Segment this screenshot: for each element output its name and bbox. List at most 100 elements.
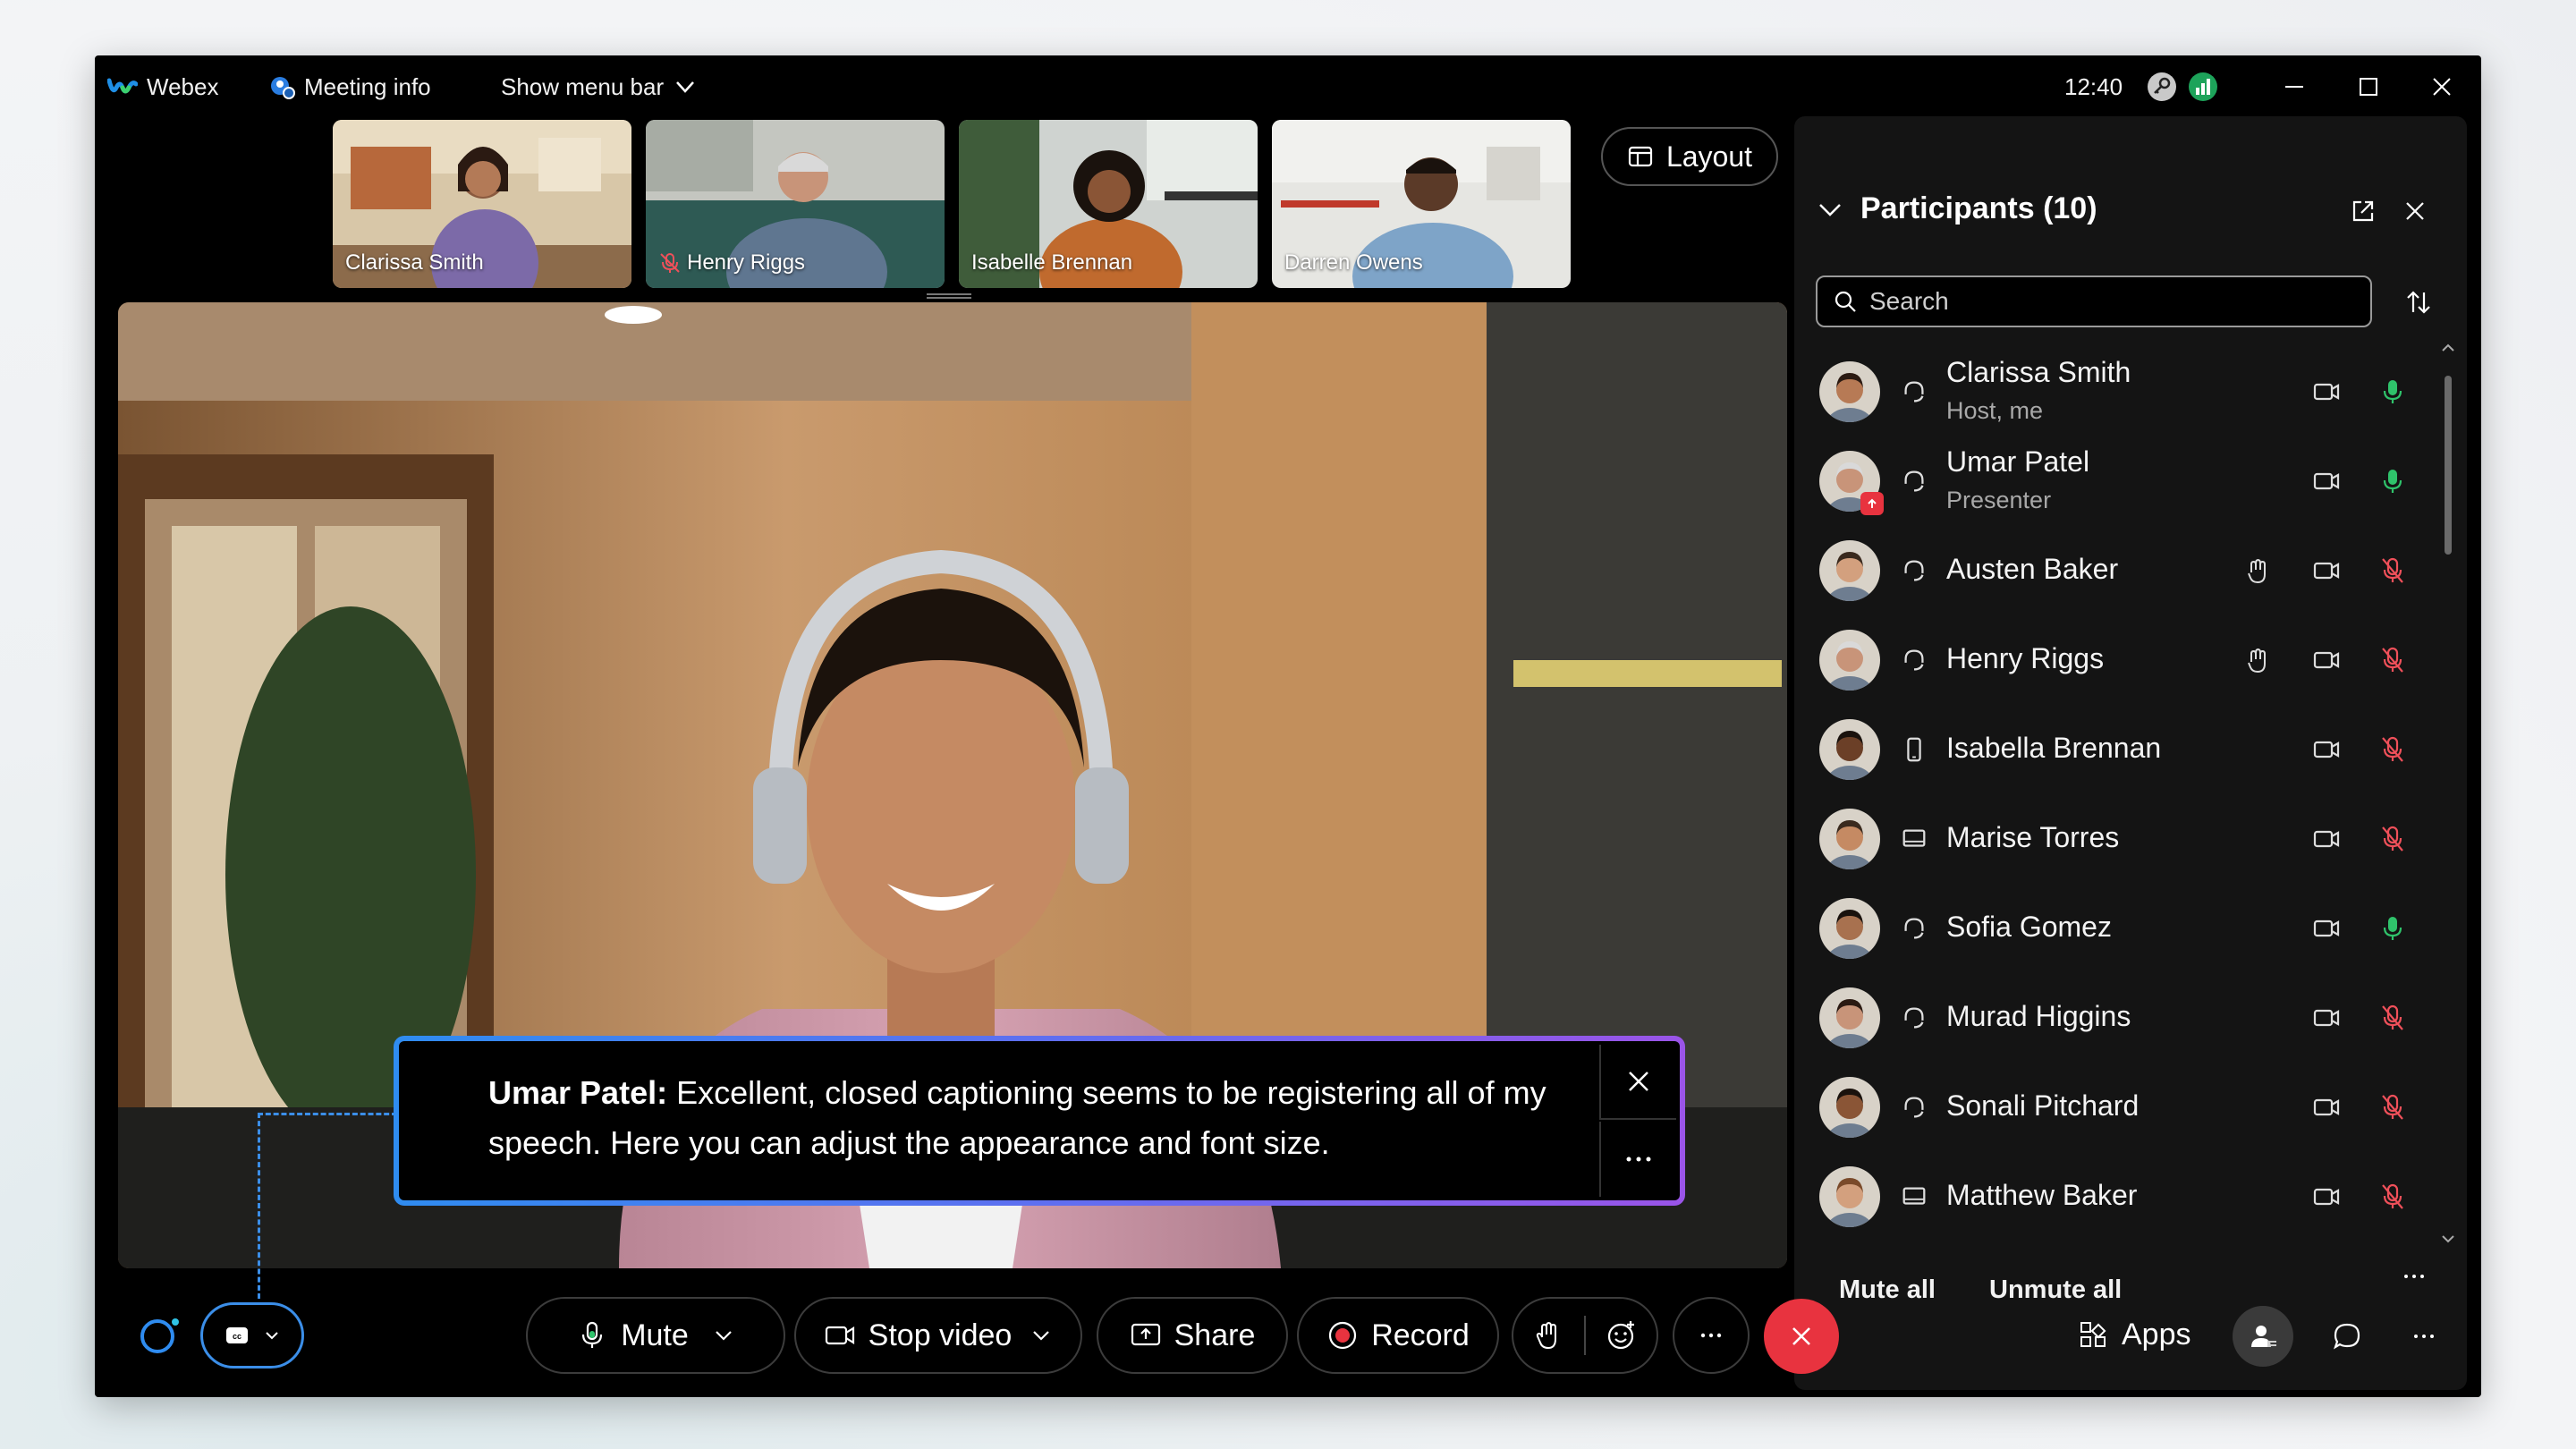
headset-icon bbox=[1904, 470, 1924, 492]
microphone-icon[interactable] bbox=[2377, 377, 2408, 407]
share-label: Share bbox=[1174, 1318, 1256, 1352]
headset-icon bbox=[1904, 649, 1924, 671]
participant-row[interactable]: Isabella Brennan bbox=[1794, 705, 2438, 794]
close-panel-button[interactable] bbox=[2397, 193, 2433, 229]
search-input[interactable] bbox=[1869, 287, 2334, 316]
video-camera-icon[interactable] bbox=[2311, 913, 2342, 944]
minimize-icon bbox=[2285, 86, 2303, 88]
video-thumbnail[interactable]: Darren Owens bbox=[1272, 120, 1571, 288]
video-camera-icon[interactable] bbox=[2311, 1092, 2342, 1123]
video-camera-icon[interactable] bbox=[2311, 824, 2342, 854]
webex-meeting-window: Webex Meeting info Show menu bar 12:40 C… bbox=[95, 55, 2481, 1397]
video-thumbnail[interactable]: Henry Riggs bbox=[646, 120, 945, 288]
pop-out-button[interactable] bbox=[2345, 193, 2381, 229]
video-camera-icon[interactable] bbox=[2311, 1182, 2342, 1212]
sort-button[interactable] bbox=[2399, 283, 2438, 322]
participant-row[interactable]: Murad Higgins bbox=[1794, 973, 2438, 1063]
video-thumbnail[interactable]: Clarissa Smith bbox=[333, 120, 631, 288]
mute-all-button[interactable]: Mute all bbox=[1839, 1275, 1936, 1305]
thumbnail-name: Clarissa Smith bbox=[345, 250, 484, 275]
chevron-down-icon bbox=[676, 81, 695, 93]
participant-role: Presenter bbox=[1946, 487, 2052, 513]
microphone-muted-icon[interactable] bbox=[2377, 555, 2408, 586]
video-camera-icon[interactable] bbox=[2311, 555, 2342, 586]
minimize-button[interactable] bbox=[2258, 55, 2330, 118]
stop-video-button[interactable]: Stop video bbox=[794, 1297, 1082, 1374]
participant-search-box[interactable] bbox=[1816, 275, 2372, 327]
meeting-info-label: Meeting info bbox=[304, 72, 431, 100]
security-status[interactable] bbox=[2147, 55, 2177, 118]
participant-row[interactable]: Sofia Gomez bbox=[1794, 884, 2438, 973]
network-status[interactable] bbox=[2188, 55, 2218, 118]
caption-text: Umar Patel: Excellent, closed captioning… bbox=[488, 1068, 1562, 1168]
show-menu-bar-button[interactable]: Show menu bar bbox=[501, 55, 696, 118]
participant-row[interactable]: Matthew Baker bbox=[1794, 1152, 2438, 1241]
participants-toggle-button[interactable] bbox=[2233, 1306, 2293, 1367]
participant-row[interactable]: Clarissa Smith Host, me bbox=[1794, 347, 2438, 436]
share-button[interactable]: Share bbox=[1097, 1297, 1288, 1374]
video-camera-icon[interactable] bbox=[2311, 466, 2342, 496]
layout-label: Layout bbox=[1665, 140, 1753, 173]
panel-more-button[interactable] bbox=[2401, 1263, 2428, 1297]
webex-ai-button[interactable] bbox=[138, 1313, 182, 1358]
webex-app-label[interactable]: Webex bbox=[107, 55, 218, 118]
participant-list-scrollbar[interactable] bbox=[2438, 340, 2458, 1247]
headset-icon bbox=[1904, 1097, 1924, 1118]
video-camera-icon[interactable] bbox=[2311, 645, 2342, 675]
participant-row[interactable]: Marise Torres bbox=[1794, 794, 2438, 884]
close-caption-button[interactable] bbox=[1599, 1045, 1676, 1120]
search-icon bbox=[1835, 291, 1856, 312]
filmstrip-resize-handle[interactable] bbox=[927, 293, 971, 299]
avatar bbox=[1819, 809, 1880, 869]
microphone-icon[interactable] bbox=[2377, 913, 2408, 944]
emoji-reaction-icon bbox=[1607, 1321, 1634, 1350]
closed-captions-button[interactable]: cc bbox=[200, 1302, 304, 1368]
avatar bbox=[1819, 540, 1880, 601]
avatar bbox=[1819, 719, 1880, 780]
participants-panel: Participants (10) Clarissa Smith Host, me… bbox=[1794, 116, 2467, 1390]
reactions-button[interactable] bbox=[1595, 1319, 1648, 1352]
more-options-button[interactable] bbox=[1673, 1297, 1750, 1374]
close-window-button[interactable] bbox=[2406, 55, 2478, 118]
meeting-info-icon bbox=[271, 77, 295, 99]
participant-row[interactable]: Sonali Pitchard bbox=[1794, 1063, 2438, 1152]
pop-out-icon bbox=[2352, 200, 2374, 222]
participants-header[interactable]: Participants (10) bbox=[1816, 191, 2097, 226]
scroll-down-icon bbox=[2442, 1235, 2454, 1243]
meeting-info-button[interactable]: Meeting info bbox=[268, 55, 431, 118]
avatar bbox=[1819, 361, 1880, 422]
closed-captions-icon: cc bbox=[226, 1327, 248, 1343]
participant-row[interactable]: Henry Riggs bbox=[1794, 615, 2438, 705]
unmute-all-button[interactable]: Unmute all bbox=[1989, 1275, 2122, 1305]
scroll-thumb[interactable] bbox=[2445, 376, 2452, 555]
microphone-icon[interactable] bbox=[2377, 466, 2408, 496]
chat-button[interactable] bbox=[2322, 1311, 2372, 1361]
record-button[interactable]: Record bbox=[1297, 1297, 1499, 1374]
participant-row[interactable]: Umar Patel Presenter bbox=[1794, 436, 2438, 526]
apps-button[interactable]: Apps bbox=[2077, 1308, 2191, 1361]
participant-row[interactable]: Austen Baker bbox=[1794, 526, 2438, 615]
video-camera-icon bbox=[825, 1326, 854, 1345]
microphone-muted-icon[interactable] bbox=[2377, 1182, 2408, 1212]
layout-button[interactable]: Layout bbox=[1601, 127, 1778, 186]
microphone-muted-icon[interactable] bbox=[2377, 824, 2408, 854]
raise-hand-button[interactable] bbox=[1521, 1319, 1575, 1352]
caption-options-button[interactable] bbox=[1599, 1122, 1676, 1197]
maximize-button[interactable] bbox=[2333, 55, 2404, 118]
mute-button[interactable]: Mute bbox=[526, 1297, 785, 1374]
video-camera-icon[interactable] bbox=[2311, 734, 2342, 765]
headset-icon bbox=[1904, 381, 1924, 402]
microphone-muted-icon[interactable] bbox=[2377, 1003, 2408, 1033]
video-camera-icon[interactable] bbox=[2311, 1003, 2342, 1033]
chevron-down-icon bbox=[716, 1331, 732, 1341]
microphone-muted-icon[interactable] bbox=[2377, 645, 2408, 675]
microphone-muted-icon[interactable] bbox=[2377, 734, 2408, 765]
ai-assistant-icon bbox=[140, 1318, 179, 1353]
microphone-muted-icon[interactable] bbox=[2377, 1092, 2408, 1123]
video-thumbnail[interactable]: Isabelle Brennan bbox=[959, 120, 1258, 288]
video-camera-icon[interactable] bbox=[2311, 377, 2342, 407]
headset-icon bbox=[1904, 918, 1924, 939]
more-controls-button[interactable] bbox=[2399, 1311, 2449, 1361]
leave-meeting-button[interactable] bbox=[1764, 1299, 1839, 1374]
scroll-up-icon bbox=[2442, 343, 2454, 352]
